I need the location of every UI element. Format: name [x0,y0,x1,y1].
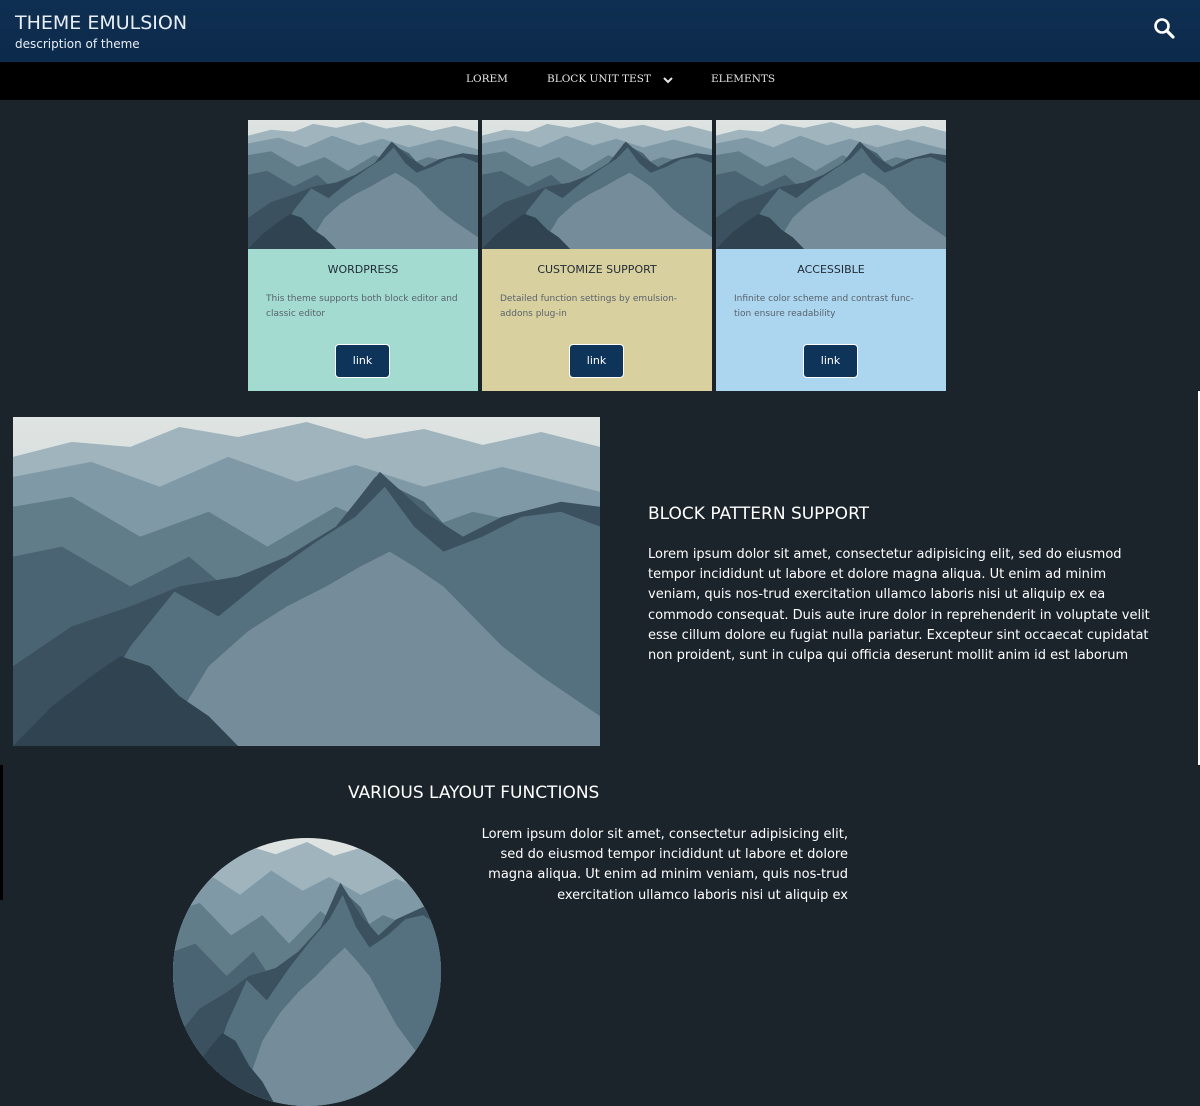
card-title: ACCESSIBLE [797,263,865,276]
card-image [716,120,946,249]
main-nav: LOREM BLOCK UNIT TEST ELEMENTS [0,62,1200,100]
site-title[interactable]: THEME EMULSION [15,12,187,34]
mountain-image [13,417,600,746]
nav-item-block-unit-test[interactable]: BLOCK UNIT TEST [547,73,651,85]
section-divider [0,765,3,900]
card-body: ACCESSIBLE Infinite color scheme and con… [716,249,946,391]
card-accessible: ACCESSIBLE Infinite color scheme and con… [716,120,946,391]
site-description: description of theme [15,37,140,51]
card-text: Infinite color scheme and contrast func-… [734,294,914,319]
card-image [482,120,712,249]
card-wordpress: WORDPRESS This theme supports both block… [248,120,478,391]
card-body: WORDPRESS This theme supports both block… [248,249,478,391]
nav-item-elements[interactable]: ELEMENTS [711,73,775,85]
card-text: Detailed function settings by emulsion-a… [500,294,678,319]
circle-mountain-image [173,838,441,1106]
card-customize-support: CUSTOMIZE SUPPORT Detailed function sett… [482,120,712,391]
card-link-button[interactable]: link [803,344,858,378]
card-title: WORDPRESS [327,263,399,276]
card-title: CUSTOMIZE SUPPORT [537,263,657,276]
block-pattern-text: Lorem ipsum dolor sit amet, consectetur … [648,547,1150,664]
card-text: This theme supports both block editor an… [266,294,458,319]
search-icon[interactable] [1150,14,1180,44]
card-link-button[interactable]: link [335,344,390,378]
card-link-button[interactable]: link [569,344,624,378]
chevron-down-icon[interactable] [662,75,674,85]
layout-functions-heading: VARIOUS LAYOUT FUNCTIONS [348,783,600,803]
block-pattern-heading: BLOCK PATTERN SUPPORT [648,504,870,524]
card-image [248,120,478,249]
layout-functions-text: Lorem ipsum dolor sit amet, consectetur … [481,827,848,903]
site-header: THEME EMULSION description of theme [0,0,1200,62]
nav-item-lorem[interactable]: LOREM [466,73,508,85]
card-body: CUSTOMIZE SUPPORT Detailed function sett… [482,249,712,391]
